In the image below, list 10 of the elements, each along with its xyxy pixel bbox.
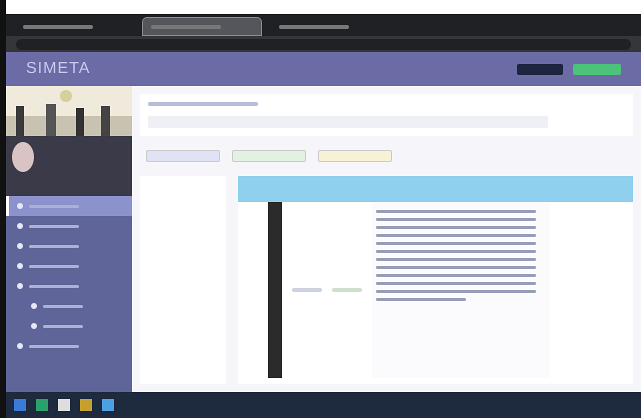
table-cell <box>292 288 322 292</box>
header-button[interactable] <box>573 64 621 74</box>
browser-tab[interactable] <box>142 17 262 36</box>
filter-chip[interactable] <box>232 150 306 162</box>
avatar <box>12 142 34 172</box>
logo: SIMETA <box>26 60 90 78</box>
sidebar-item[interactable] <box>6 196 132 216</box>
table-cell <box>332 288 362 292</box>
filter-chip[interactable] <box>318 150 392 162</box>
header-button[interactable] <box>517 64 563 74</box>
